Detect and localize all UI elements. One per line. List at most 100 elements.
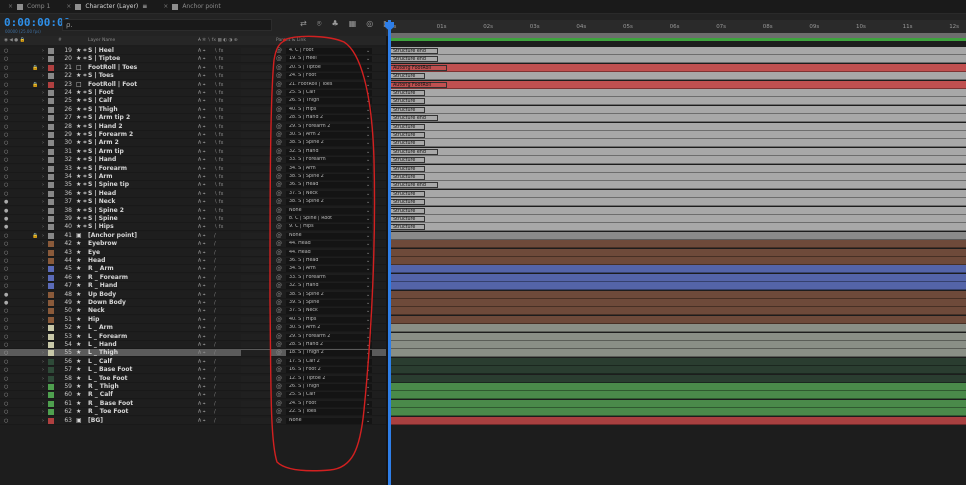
parent-select[interactable]: 25. S | Calf bbox=[286, 392, 372, 399]
layer-duration-bar[interactable]: Autorig FootRoll bbox=[389, 63, 966, 72]
parent-pickwhip-icon[interactable]: @ bbox=[276, 215, 282, 223]
expand-twirl-icon[interactable]: › bbox=[42, 223, 44, 231]
label-color-swatch[interactable] bbox=[48, 90, 54, 96]
mode-switch-slot[interactable] bbox=[241, 140, 271, 147]
chevron-down-icon[interactable]: ⌄ bbox=[366, 190, 370, 198]
layer-name[interactable]: S | Tiptoe bbox=[88, 55, 193, 63]
shy-collapse-switch-icon[interactable]: ₳ ⌖ bbox=[198, 89, 206, 97]
shy-collapse-switch-icon[interactable]: ₳ ⌖ bbox=[198, 257, 206, 265]
chevron-down-icon[interactable]: ⌄ bbox=[366, 156, 370, 164]
layer-name[interactable]: L _ Thigh bbox=[88, 349, 193, 357]
layer-name[interactable]: S | Thigh bbox=[88, 106, 193, 114]
layer-duration-bar[interactable]: Structure bbox=[389, 164, 966, 173]
visibility-eye-icon[interactable]: ○ bbox=[4, 72, 8, 80]
parent-pickwhip-icon[interactable]: @ bbox=[276, 383, 282, 391]
quality-fx-switch-icon[interactable]: ∖ fx bbox=[214, 89, 224, 97]
chevron-down-icon[interactable]: ⌄ bbox=[366, 207, 370, 215]
shy-collapse-switch-icon[interactable]: ₳ ⌖ bbox=[198, 391, 206, 399]
visibility-eye-icon[interactable]: ○ bbox=[4, 55, 8, 63]
layer-name[interactable]: L _ Calf bbox=[88, 358, 193, 366]
mode-switch-slot[interactable] bbox=[241, 56, 271, 63]
quality-fx-switch-icon[interactable]: ∖ fx bbox=[214, 81, 224, 89]
layer-row[interactable]: ● › 37 ★ ⌗ S | Neck ₳ ⌖ ∖ fx @38. S | Spine 2 ⌄ bbox=[0, 198, 386, 207]
visibility-eye-icon[interactable]: ○ bbox=[4, 265, 8, 273]
layer-name[interactable]: S | Heel bbox=[88, 47, 193, 55]
mode-switch-slot[interactable] bbox=[241, 367, 271, 374]
visibility-eye-icon[interactable]: ○ bbox=[4, 232, 8, 240]
layer-name[interactable]: S | Arm tip 2 bbox=[88, 114, 193, 122]
layer-row[interactable]: ○ › 56 ★ L _ Calf ₳ ⌖ / @17. S | Calf 2 ⌄ bbox=[0, 357, 386, 366]
layer-row[interactable]: ○ › 51 ★ Hip ₳ ⌖ / @40. S | Hips ⌄ bbox=[0, 315, 386, 324]
quality-fx-switch-icon[interactable]: / bbox=[214, 341, 216, 349]
layer-name[interactable]: S | Arm bbox=[88, 173, 193, 181]
quality-fx-switch-icon[interactable]: ∖ fx bbox=[214, 198, 224, 206]
shy-collapse-switch-icon[interactable]: ₳ ⌖ bbox=[198, 64, 206, 72]
tab-1[interactable]: × Comp 1 bbox=[0, 0, 58, 14]
quality-fx-switch-icon[interactable]: ∖ fx bbox=[214, 114, 224, 122]
visibility-eye-icon[interactable]: ○ bbox=[4, 324, 8, 332]
shy-collapse-switch-icon[interactable]: ₳ ⌖ bbox=[198, 358, 206, 366]
layer-name[interactable]: R _ Toe Foot bbox=[88, 408, 193, 416]
visibility-eye-icon[interactable]: ○ bbox=[4, 89, 8, 97]
shy-collapse-switch-icon[interactable]: ₳ ⌖ bbox=[198, 81, 206, 89]
visibility-eye-icon[interactable]: ○ bbox=[4, 81, 8, 89]
expand-twirl-icon[interactable]: › bbox=[42, 198, 44, 206]
chevron-down-icon[interactable]: ⌄ bbox=[366, 383, 370, 391]
layer-row[interactable]: ○ › 32 ★ ⌗ S | Hand ₳ ⌖ ∖ fx @33. S | Forearm ⌄ bbox=[0, 156, 386, 165]
quality-fx-switch-icon[interactable]: ∖ fx bbox=[214, 190, 224, 198]
chevron-down-icon[interactable]: ⌄ bbox=[366, 55, 370, 63]
layer-row[interactable]: ○ › 46 ★ R _ Forearm ₳ ⌖ / @33. S | Forearm ⌄ bbox=[0, 273, 386, 282]
mode-switch-slot[interactable] bbox=[241, 316, 271, 323]
visibility-eye-icon[interactable]: ○ bbox=[4, 165, 8, 173]
parent-select[interactable]: 38. S | Spine 2 bbox=[286, 174, 372, 180]
visibility-eye-icon[interactable]: ○ bbox=[4, 274, 8, 282]
quality-fx-switch-icon[interactable]: / bbox=[214, 366, 216, 374]
layer-duration-bar[interactable] bbox=[389, 307, 966, 316]
chevron-down-icon[interactable]: ⌄ bbox=[366, 81, 370, 89]
chevron-down-icon[interactable]: ⌄ bbox=[366, 47, 370, 55]
expand-twirl-icon[interactable]: › bbox=[42, 358, 44, 366]
label-color-swatch[interactable] bbox=[48, 190, 54, 197]
shy-collapse-switch-icon[interactable]: ₳ ⌖ bbox=[198, 223, 206, 231]
layer-name[interactable]: S | Foot bbox=[88, 89, 193, 97]
expand-twirl-icon[interactable]: › bbox=[42, 265, 44, 273]
label-color-swatch[interactable] bbox=[48, 392, 54, 399]
parent-pickwhip-icon[interactable]: @ bbox=[276, 299, 282, 307]
visibility-eye-icon[interactable]: ○ bbox=[4, 257, 8, 265]
quality-fx-switch-icon[interactable]: / bbox=[214, 291, 216, 299]
parent-select[interactable]: 16. S | Foot 2 bbox=[286, 367, 372, 374]
layer-name[interactable]: L _ Base Foot bbox=[88, 366, 193, 374]
layer-row[interactable]: ○ 🔒 › 21 □ FootRoll | Toes ₳ ⌖ ∖ fx @20. S | Tip… bbox=[0, 63, 386, 72]
expand-twirl-icon[interactable]: › bbox=[42, 156, 44, 164]
layer-row[interactable]: ○ › 45 ★ R _ Arm ₳ ⌖ / @34. S | Arm ⌄ bbox=[0, 265, 386, 274]
mode-switch-slot[interactable] bbox=[241, 190, 271, 197]
layer-name[interactable]: S | Spine tip bbox=[88, 181, 193, 189]
shy-collapse-switch-icon[interactable]: ₳ ⌖ bbox=[198, 131, 206, 139]
layer-duration-bar[interactable] bbox=[389, 383, 966, 391]
lock-icon[interactable]: 🔒 bbox=[32, 64, 38, 72]
layer-row[interactable]: ○ › 58 ★ L _ Toe Foot ₳ ⌖ / @12. S | Tiptoe 2 ⌄ bbox=[0, 374, 386, 383]
label-color-swatch[interactable] bbox=[48, 417, 54, 424]
visibility-eye-icon[interactable]: ○ bbox=[4, 400, 8, 408]
parent-pickwhip-icon[interactable]: @ bbox=[276, 307, 282, 315]
shy-collapse-switch-icon[interactable]: ₳ ⌖ bbox=[198, 417, 206, 425]
mode-switch-slot[interactable] bbox=[241, 342, 271, 348]
parent-select[interactable]: 38. S | Spine 2 bbox=[286, 291, 372, 298]
expand-twirl-icon[interactable]: › bbox=[42, 324, 44, 332]
layer-duration-bar[interactable] bbox=[389, 290, 966, 299]
label-color-swatch[interactable] bbox=[48, 64, 54, 71]
label-color-swatch[interactable] bbox=[48, 384, 54, 390]
chevron-down-icon[interactable]: ⌄ bbox=[366, 139, 370, 147]
visibility-eye-icon[interactable]: ○ bbox=[4, 190, 8, 198]
layer-row[interactable]: ○ › 20 ★ ⌗ S | Tiptoe ₳ ⌖ ∖ fx @19. S | Heel ⌄ bbox=[0, 55, 386, 64]
layer-name[interactable]: Down Body bbox=[88, 299, 193, 307]
parent-pickwhip-icon[interactable]: @ bbox=[276, 106, 282, 114]
shy-collapse-switch-icon[interactable]: ₳ ⌖ bbox=[198, 72, 206, 80]
layer-name[interactable]: S | Toes bbox=[88, 72, 193, 80]
quality-fx-switch-icon[interactable]: ∖ fx bbox=[214, 215, 224, 223]
parent-pickwhip-icon[interactable]: @ bbox=[276, 114, 282, 122]
chevron-down-icon[interactable]: ⌄ bbox=[366, 375, 370, 383]
parent-select[interactable]: 24. S | Foot bbox=[286, 73, 372, 80]
chevron-down-icon[interactable]: ⌄ bbox=[366, 282, 370, 290]
layer-name[interactable]: R _ Base Foot bbox=[88, 400, 193, 408]
